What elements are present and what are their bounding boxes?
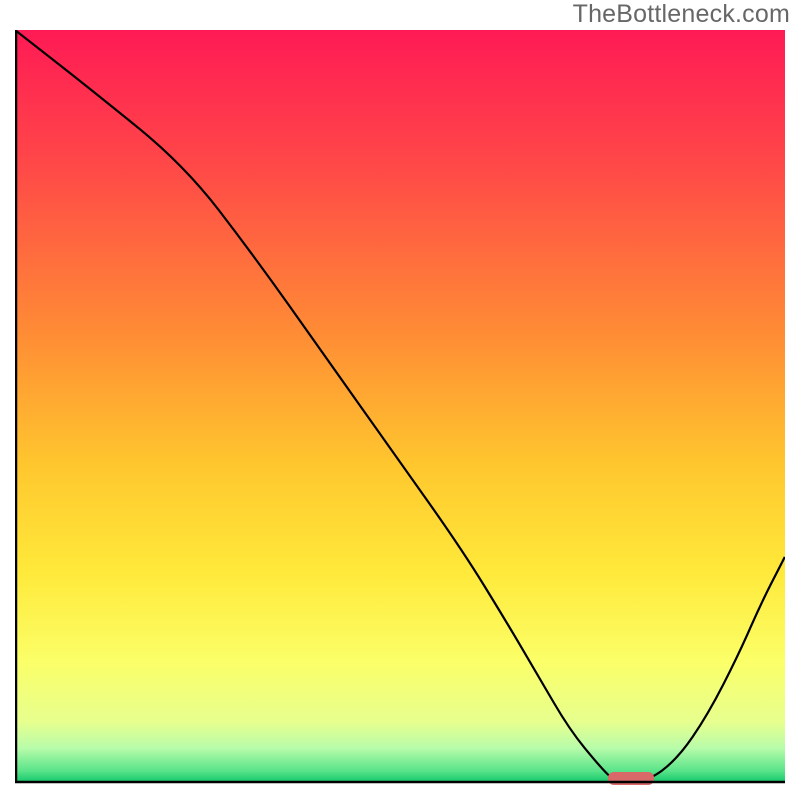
chart-stage: TheBottleneck.com xyxy=(0,0,800,800)
plot-svg xyxy=(15,30,785,785)
plot-area xyxy=(15,30,785,785)
gradient-background xyxy=(15,30,785,782)
watermark-text: TheBottleneck.com xyxy=(573,0,790,29)
